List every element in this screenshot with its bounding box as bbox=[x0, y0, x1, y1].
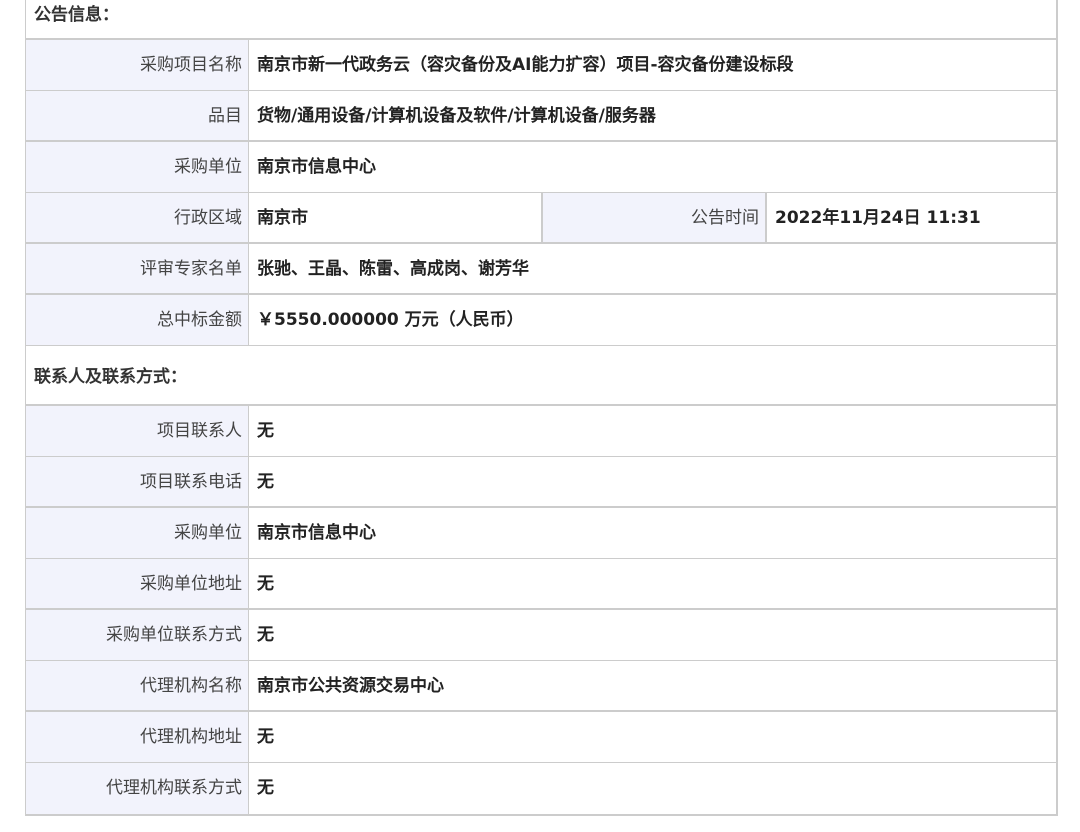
field-label: 采购单位地址 bbox=[26, 559, 249, 608]
field-value: 无 bbox=[257, 778, 274, 798]
field-label: 采购单位联系方式 bbox=[26, 610, 249, 660]
field-label: 采购单位 bbox=[26, 142, 249, 192]
field-label: 评审专家名单 bbox=[26, 244, 249, 293]
field-value: 南京市信息中心 bbox=[257, 523, 376, 543]
field-label: 行政区域 bbox=[26, 193, 249, 242]
field-value: 无 bbox=[257, 472, 274, 492]
row-purchaser: 采购单位 南京市信息中心 bbox=[26, 142, 1056, 193]
section-title-contact: 联系人及联系方式： bbox=[26, 346, 1056, 406]
field-value: 无 bbox=[257, 727, 274, 747]
row-agency-address: 代理机构地址 无 bbox=[26, 712, 1056, 763]
row-category: 品目 货物/通用设备/计算机设备及软件/计算机设备/服务器 bbox=[26, 91, 1056, 142]
field-value: 南京市新一代政务云（容灾备份及AI能力扩容）项目-容灾备份建设标段 bbox=[257, 55, 794, 75]
field-label: 采购单位 bbox=[26, 508, 249, 558]
section-title-notice: 公告信息： bbox=[26, 0, 1056, 40]
field-label: 代理机构地址 bbox=[26, 712, 249, 762]
announcement-table: 公告信息： 采购项目名称 南京市新一代政务云（容灾备份及AI能力扩容）项目-容灾… bbox=[25, 0, 1058, 816]
field-value: 南京市 bbox=[249, 193, 543, 242]
row-amount: 总中标金额 ￥5550.000000 万元（人民币） bbox=[26, 295, 1056, 346]
field-label: 项目联系电话 bbox=[26, 457, 249, 506]
field-value: 张驰、王晶、陈雷、高成岗、谢芳华 bbox=[257, 259, 529, 279]
field-value: ￥5550.000000 万元（人民币） bbox=[257, 310, 524, 330]
field-label: 公告时间 bbox=[543, 193, 767, 242]
row-project-name: 采购项目名称 南京市新一代政务云（容灾备份及AI能力扩容）项目-容灾备份建设标段 bbox=[26, 40, 1056, 91]
row-purchaser-unit: 采购单位 南京市信息中心 bbox=[26, 508, 1056, 559]
row-purchaser-address: 采购单位地址 无 bbox=[26, 559, 1056, 610]
field-value: 无 bbox=[257, 421, 274, 441]
row-project-phone: 项目联系电话 无 bbox=[26, 457, 1056, 508]
field-label: 品目 bbox=[26, 91, 249, 140]
field-label: 采购项目名称 bbox=[26, 40, 249, 90]
row-agency-name: 代理机构名称 南京市公共资源交易中心 bbox=[26, 661, 1056, 712]
field-value: 无 bbox=[257, 625, 274, 645]
field-label: 总中标金额 bbox=[26, 295, 249, 345]
row-region-time: 行政区域 南京市 公告时间 2022年11月24日 11:31 bbox=[26, 193, 1056, 244]
field-label: 代理机构名称 bbox=[26, 661, 249, 710]
field-value: 南京市公共资源交易中心 bbox=[257, 676, 444, 696]
field-value: 南京市信息中心 bbox=[257, 157, 376, 177]
row-purchaser-contact: 采购单位联系方式 无 bbox=[26, 610, 1056, 661]
row-project-contact: 项目联系人 无 bbox=[26, 406, 1056, 457]
row-experts: 评审专家名单 张驰、王晶、陈雷、高成岗、谢芳华 bbox=[26, 244, 1056, 295]
field-label: 项目联系人 bbox=[26, 406, 249, 456]
field-label: 代理机构联系方式 bbox=[26, 763, 249, 814]
row-agency-contact: 代理机构联系方式 无 bbox=[26, 763, 1056, 814]
field-value: 2022年11月24日 11:31 bbox=[775, 208, 981, 228]
field-value: 货物/通用设备/计算机设备及软件/计算机设备/服务器 bbox=[257, 106, 656, 126]
field-value: 无 bbox=[257, 574, 274, 594]
